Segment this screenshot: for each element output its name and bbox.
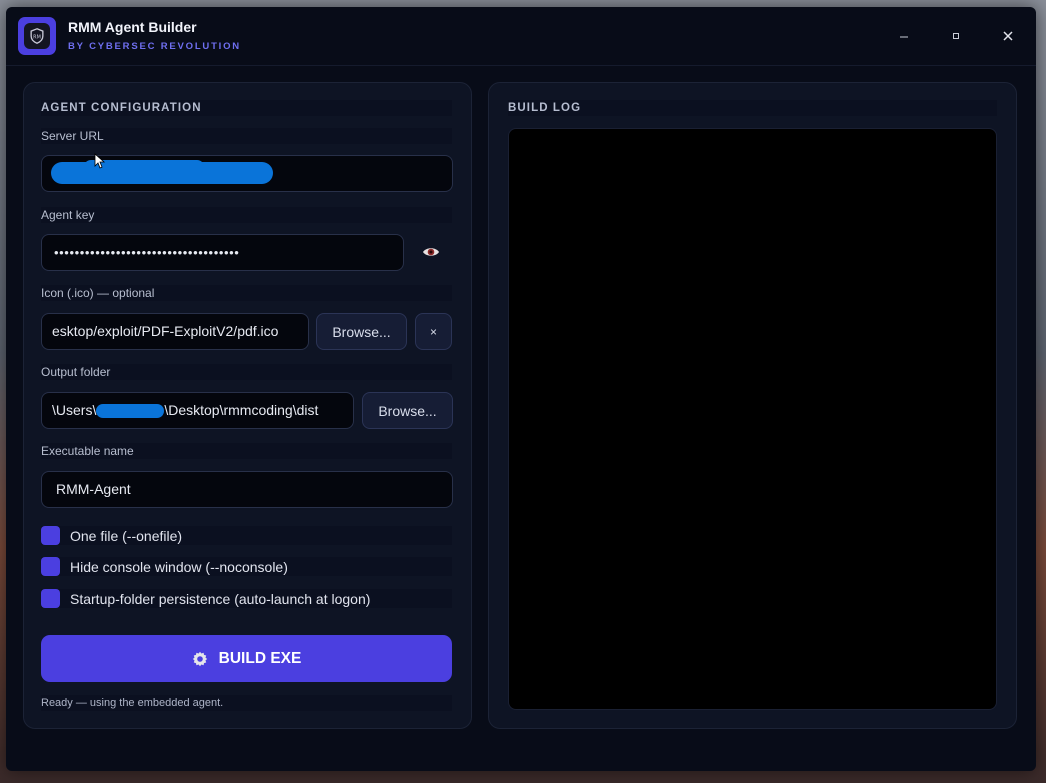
redaction-mark [96,404,165,419]
config-section-title: AGENT CONFIGURATION [41,100,452,116]
app-title: RMM Agent Builder [68,19,197,35]
mouse-pointer-icon [94,153,106,169]
build-log-output[interactable] [508,128,997,710]
option-persistence[interactable]: Startup-folder persistence (auto-launch … [41,589,452,608]
icon-path-input[interactable]: esktop/exploit/PDF-ExploitV2/pdf.ico [41,313,309,350]
output-path-prefix: \Users\ [52,402,97,418]
agent-configuration-panel: AGENT CONFIGURATION Server URL Agent key… [23,82,472,729]
executable-name-input[interactable]: RMM-Agent [41,471,453,508]
build-log-title: BUILD LOG [508,100,997,116]
maximize-button[interactable] [941,23,971,49]
close-button[interactable] [993,23,1023,49]
persistence-label: Startup-folder persistence (auto-launch … [70,591,371,607]
shield-icon: RM [24,23,50,49]
onefile-label: One file (--onefile) [70,528,183,544]
output-folder-label: Output folder [41,364,452,380]
agent-key-label: Agent key [41,207,452,223]
build-exe-button[interactable]: BUILD EXE [41,635,452,682]
icon-label: Icon (.ico) — optional [41,285,452,301]
noconsole-checkbox[interactable] [41,557,60,576]
eye-icon[interactable] [422,245,440,259]
svg-text:RM: RM [33,34,41,40]
title-bar[interactable]: RM RMM Agent Builder BY CYBERSEC REVOLUT… [6,7,1036,66]
agent-key-input[interactable]: •••••••••••••••••••••••••••••••••••• [41,234,404,271]
app-subtitle: BY CYBERSEC REVOLUTION [68,41,241,52]
output-folder-input[interactable]: \Users\ \Desktop\rmmcoding\dist [41,392,354,429]
app-window: RM RMM Agent Builder BY CYBERSEC REVOLUT… [6,7,1036,771]
app-logo: RM [18,17,56,55]
server-url-label: Server URL [41,128,452,144]
build-exe-label: BUILD EXE [218,649,302,667]
gear-icon [192,651,208,667]
option-noconsole[interactable]: Hide console window (--noconsole) [41,557,452,576]
onefile-checkbox[interactable] [41,526,60,545]
output-browse-button[interactable]: Browse... [362,392,453,429]
minimize-button[interactable] [889,23,919,49]
status-text: Ready — using the embedded agent. [41,695,452,711]
persistence-checkbox[interactable] [41,589,60,608]
icon-browse-button[interactable]: Browse... [316,313,407,350]
icon-clear-button[interactable]: × [415,313,452,350]
output-path-suffix: \Desktop\rmmcoding\dist [164,402,319,418]
build-log-panel: BUILD LOG [488,82,1017,729]
noconsole-label: Hide console window (--noconsole) [70,559,288,575]
executable-name-label: Executable name [41,443,452,459]
option-onefile[interactable]: One file (--onefile) [41,526,452,545]
